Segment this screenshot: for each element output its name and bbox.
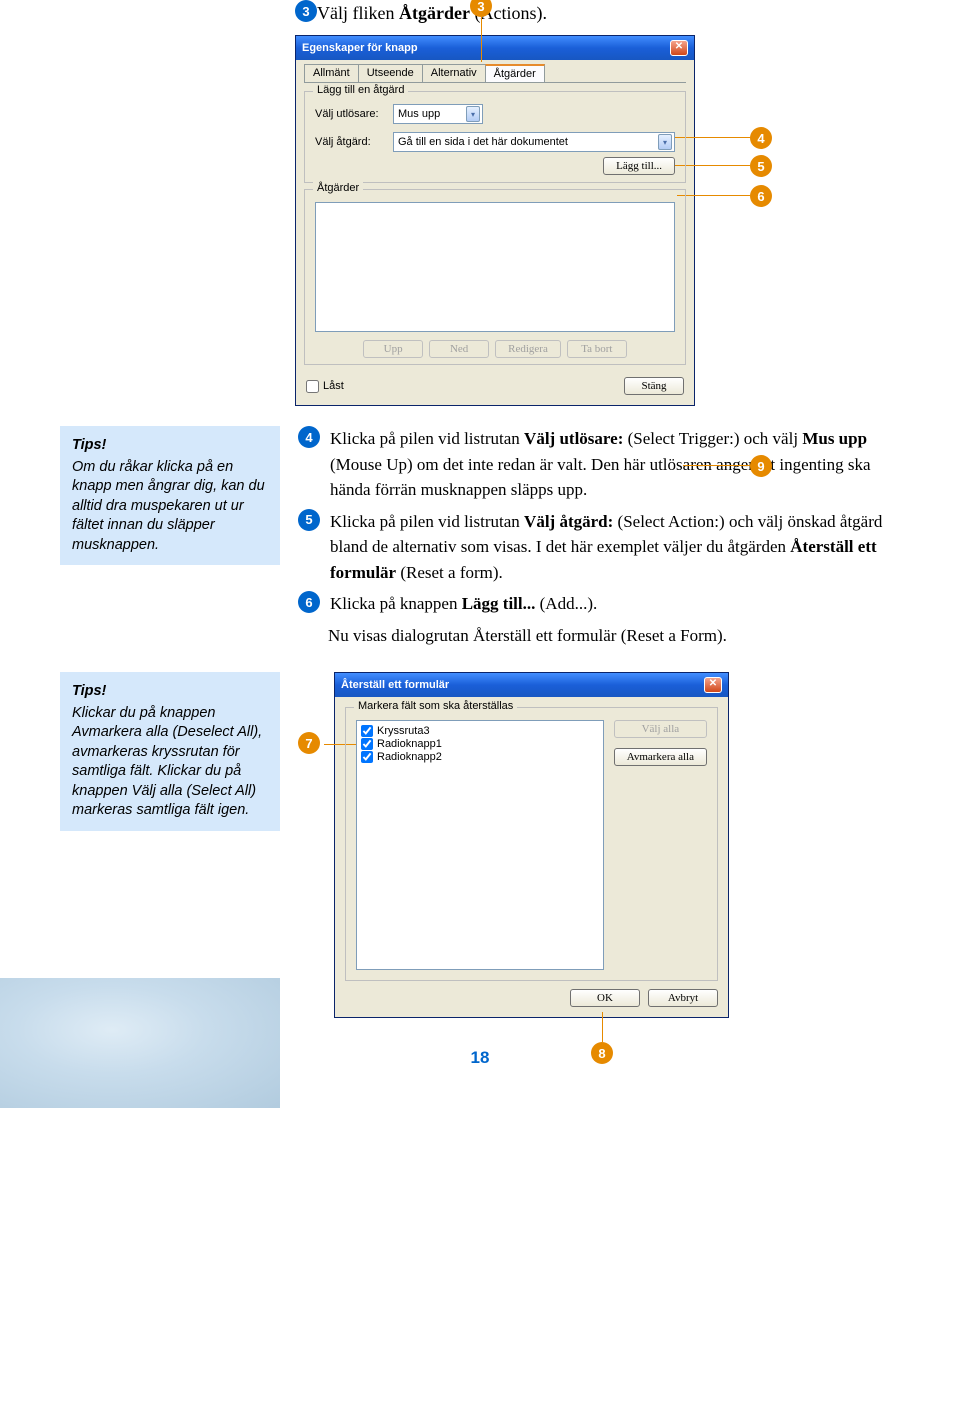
select-all-button: Välj alla (614, 720, 707, 738)
delete-button: Ta bort (567, 340, 627, 358)
step-3-num: 3 (295, 0, 317, 22)
edit-button: Redigera (495, 340, 561, 358)
follow-text: Nu visas dialogrutan Återställ ett formu… (328, 623, 900, 649)
tab-general[interactable]: Allmänt (304, 64, 359, 82)
dialog1-wrap: 3 4 5 6 9 Egenskaper för knapp ✕ Allmänt… (295, 35, 695, 406)
dialog2-group-title: Markera fält som ska återställas (354, 700, 517, 712)
add-action-group: Lägg till en åtgärd Välj utlösare: Mus u… (304, 91, 686, 183)
locked-checkbox[interactable]: Låst (306, 380, 344, 393)
up-button: Upp (363, 340, 423, 358)
callout-9: 9 (750, 455, 772, 477)
actions-list[interactable] (315, 202, 675, 332)
callout-6: 6 (750, 185, 772, 207)
step-5-text: Klicka på pilen vid listrutan Välj åtgär… (330, 509, 900, 586)
callout-4: 4 (750, 127, 772, 149)
step-6-text: Klicka på knappen Lägg till... (Add...). (330, 591, 597, 617)
close-icon[interactable]: ✕ (670, 40, 688, 56)
dialog1-title: Egenskaper för knapp (302, 42, 418, 54)
dialog2-title: Återställ ett formulär (341, 679, 449, 691)
list-item[interactable]: Radioknapp1 (361, 738, 599, 750)
button-properties-dialog: Egenskaper för knapp ✕ Allmänt Utseende … (295, 35, 695, 406)
callout-5: 5 (750, 155, 772, 177)
trigger-select[interactable]: Mus upp▾ (393, 104, 483, 124)
step-6-num: 6 (298, 591, 320, 613)
step-4-num: 4 (298, 426, 320, 448)
tips-box-2: Tips! Klickar du på knappen Avmarkera al… (60, 672, 280, 831)
cancel-button[interactable]: Avbryt (648, 989, 718, 1007)
dialog1-tabs: Allmänt Utseende Alternativ Åtgärder (304, 64, 686, 83)
down-button: Ned (429, 340, 489, 358)
group-add-action-title: Lägg till en åtgärd (313, 84, 408, 96)
add-button[interactable]: Lägg till... (603, 157, 675, 175)
tab-options[interactable]: Alternativ (422, 64, 486, 82)
ok-button[interactable]: OK (570, 989, 640, 1007)
action-label: Välj åtgärd: (315, 136, 385, 148)
close-button[interactable]: Stäng (624, 377, 684, 395)
list-item[interactable]: Kryssruta3 (361, 725, 599, 737)
tab-actions[interactable]: Åtgärder (485, 64, 545, 82)
action-select[interactable]: Gå till en sida i det här dokumentet▾ (393, 132, 675, 152)
chevron-down-icon: ▾ (466, 106, 480, 122)
step-5-num: 5 (298, 509, 320, 531)
list-item[interactable]: Radioknapp2 (361, 751, 599, 763)
tips-box-1: Tips! Om du råkar klicka på en knapp men… (60, 426, 280, 565)
step-4-text: Klicka på pilen vid listrutan Välj utlös… (330, 426, 900, 503)
trigger-label: Välj utlösare: (315, 108, 385, 120)
callout-8: 8 (591, 1042, 613, 1064)
group-actions-title: Åtgärder (313, 182, 363, 194)
fields-list[interactable]: Kryssruta3 Radioknapp1 Radioknapp2 (356, 720, 604, 970)
close-icon[interactable]: ✕ (704, 677, 722, 693)
step-3-text: Välj fliken Åtgärder (Actions). (317, 0, 547, 27)
reset-form-dialog: Återställ ett formulär ✕ Markera fält so… (334, 672, 729, 1018)
deselect-all-button[interactable]: Avmarkera alla (614, 748, 707, 766)
page-number: 18 (60, 1048, 900, 1068)
actions-group: Åtgärder Upp Ned Redigera Ta bort (304, 189, 686, 365)
callout-7: 7 (298, 732, 320, 754)
chevron-down-icon: ▾ (658, 134, 672, 150)
tab-appearance[interactable]: Utseende (358, 64, 423, 82)
